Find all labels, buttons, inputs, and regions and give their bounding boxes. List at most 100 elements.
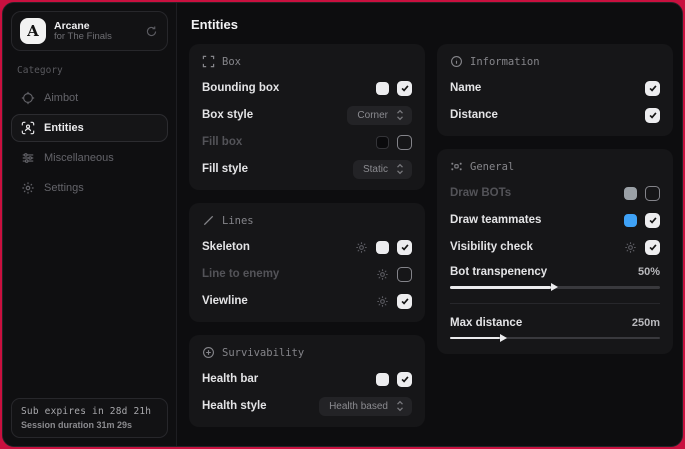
viewline-checkbox[interactable] [397,294,412,309]
left-column: Box Bounding box Box style [189,44,425,427]
setting-label: Max distance [450,317,522,329]
panel-box: Box Bounding box Box style [189,44,425,190]
color-swatch[interactable] [376,373,389,386]
chevron-updown-icon [395,163,405,175]
sidebar-spacer [11,202,168,398]
page-title: Entities [191,17,673,32]
session-duration-text: Session duration 31m 29s [21,420,158,430]
sidebar-item-label: Miscellaneous [44,152,114,164]
visibility-check-checkbox[interactable] [645,240,660,255]
slider-handle[interactable] [551,283,558,291]
gear-icon[interactable] [624,241,637,254]
setting-row-name: Name [450,79,660,97]
setting-label: Fill style [202,163,248,175]
name-checkbox[interactable] [645,81,660,96]
bounding-box-checkbox[interactable] [397,81,412,96]
sidebar-item-entities[interactable]: Entities [11,114,168,142]
health-bar-checkbox[interactable] [397,372,412,387]
chevron-updown-icon [395,109,405,121]
draw-teammates-checkbox[interactable] [645,213,660,228]
right-column: Information Name Distance [437,44,673,354]
box-style-dropdown[interactable]: Corner [347,106,412,125]
slider-handle[interactable] [500,334,507,342]
setting-row-bounding-box: Bounding box [202,79,412,97]
setting-row-draw-bots: Draw BOTs [450,184,660,202]
main-content: Entities Box Bounding box [177,3,683,446]
setting-label: Health style [202,400,267,412]
app-header-card: A Arcane for The Finals [11,11,168,51]
gear-icon[interactable] [355,241,368,254]
diagonal-line-icon [202,214,215,227]
entity-scan-icon [21,121,35,135]
panel-general: General Draw BOTs Draw teammates [437,149,673,354]
refresh-icon[interactable] [143,23,159,39]
gear-icon[interactable] [376,268,389,281]
setting-label: Fill box [202,136,242,148]
setting-row-line-to-enemy: Line to enemy [202,265,412,283]
setting-label: Health bar [202,373,258,385]
setting-row-health-bar: Health bar [202,370,412,388]
panel-title: General [470,161,514,173]
app-window: A Arcane for The Finals Category Aimbot [2,2,683,447]
skeleton-checkbox[interactable] [397,240,412,255]
setting-row-box-style: Box style Corner [202,106,412,124]
sidebar-item-label: Aimbot [44,92,78,104]
draw-bots-checkbox[interactable] [645,186,660,201]
setting-label: Distance [450,109,498,121]
dropdown-value: Static [363,164,388,175]
sidebar-item-settings[interactable]: Settings [11,174,168,202]
line-to-enemy-checkbox[interactable] [397,267,412,282]
grid-dots-icon [450,160,463,173]
color-swatch[interactable] [376,82,389,95]
setting-label: Name [450,82,481,94]
sidebar-item-label: Settings [44,182,84,194]
max-distance-group: Max distance 250m [450,316,660,343]
sub-expires-text: Sub expires in 28d 21h [21,406,158,417]
subscription-info-card: Sub expires in 28d 21h Session duration … [11,398,168,438]
max-distance-slider[interactable] [450,337,660,340]
setting-row-fill-style: Fill style Static [202,160,412,178]
setting-row-bot-transparency: Bot transpenency 50% [450,265,660,279]
panel-general-header: General [450,160,660,173]
health-style-dropdown[interactable]: Health based [319,397,412,416]
color-swatch[interactable] [376,241,389,254]
fill-style-dropdown[interactable]: Static [353,160,412,179]
setting-label: Bounding box [202,82,279,94]
dropdown-value: Health based [329,401,388,412]
gear-icon[interactable] [376,295,389,308]
fill-box-checkbox[interactable] [397,135,412,150]
chevron-updown-icon [395,400,405,412]
bot-transparency-slider[interactable] [450,286,660,289]
app-subtitle: for The Finals [54,32,135,43]
distance-checkbox[interactable] [645,108,660,123]
sidebar: A Arcane for The Finals Category Aimbot [3,3,177,446]
slider-value: 50% [638,266,660,278]
category-label: Category [17,65,162,76]
panel-box-header: Box [202,55,412,68]
sidebar-nav: Aimbot Entities Miscella [11,84,168,202]
color-swatch[interactable] [624,187,637,200]
sidebar-item-aimbot[interactable]: Aimbot [11,84,168,112]
health-cross-icon [202,346,215,359]
setting-row-max-distance: Max distance 250m [450,316,660,330]
app-name: Arcane [54,20,135,32]
setting-row-skeleton: Skeleton [202,238,412,256]
setting-row-draw-teammates: Draw teammates [450,211,660,229]
color-swatch[interactable] [376,136,389,149]
setting-row-health-style: Health style Health based [202,397,412,415]
setting-label: Visibility check [450,241,533,253]
sidebar-item-miscellaneous[interactable]: Miscellaneous [11,144,168,172]
setting-label: Draw teammates [450,214,541,226]
dropdown-value: Corner [357,110,388,121]
slider-value: 250m [632,317,660,329]
setting-row-viewline: Viewline [202,292,412,310]
panel-information-header: Information [450,55,660,68]
setting-label: Viewline [202,295,248,307]
setting-row-fill-box: Fill box [202,133,412,151]
panel-survivability: Survivability Health bar Health style [189,335,425,427]
color-swatch[interactable] [624,214,637,227]
panel-columns: Box Bounding box Box style [189,44,673,427]
setting-label: Skeleton [202,241,250,253]
panel-title: Lines [222,215,254,227]
setting-row-visibility-check: Visibility check [450,238,660,256]
